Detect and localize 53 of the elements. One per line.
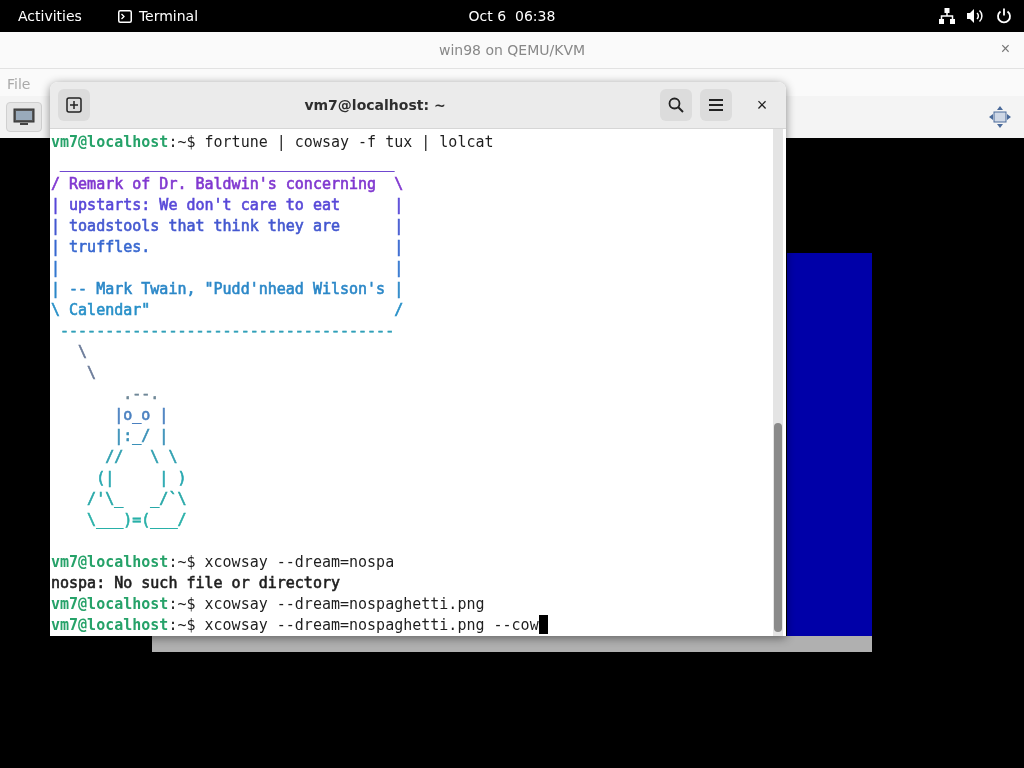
command-text: xcowsay --dream=nospaghetti.png bbox=[204, 595, 485, 613]
output-text: ------------------------------------- bbox=[59, 322, 395, 340]
prompt-path: :~$ bbox=[168, 553, 197, 571]
output-text: .--. bbox=[122, 385, 160, 403]
power-icon[interactable] bbox=[996, 8, 1012, 24]
output-text: nospa: No such file or directory bbox=[51, 574, 340, 592]
network-icon[interactable] bbox=[939, 8, 955, 24]
menu-icon bbox=[708, 98, 724, 112]
output-text: | -- Mark Twain, "Pudd'nhead Wilson's | bbox=[51, 280, 404, 298]
prompt-path: :~$ bbox=[168, 616, 197, 634]
scrollbar-thumb[interactable] bbox=[774, 423, 782, 632]
prompt-user: vm7@localhost bbox=[51, 616, 169, 634]
console-view-button[interactable] bbox=[6, 102, 42, 132]
new-tab-button[interactable] bbox=[58, 89, 90, 121]
prompt-user: vm7@localhost bbox=[51, 553, 169, 571]
activities-button[interactable]: Activities bbox=[18, 8, 82, 24]
command-text: fortune | cowsay -f tux | lolcat bbox=[204, 133, 494, 151]
output-text: | toadstools that think they are | bbox=[51, 217, 404, 235]
prompt-path: :~$ bbox=[168, 595, 197, 613]
output-text: _____________________________________ bbox=[59, 154, 395, 172]
prompt-user: vm7@localhost bbox=[51, 595, 169, 613]
command-text: xcowsay --dream=nospa bbox=[204, 553, 395, 571]
output-text: (| | ) bbox=[95, 469, 187, 487]
search-icon bbox=[668, 97, 684, 113]
plus-icon bbox=[66, 97, 82, 113]
output-text: /'\_ _/`\ bbox=[86, 490, 187, 508]
scrollbar[interactable] bbox=[773, 129, 783, 636]
output-text: |o_o | bbox=[113, 406, 169, 424]
output-text: \___)=(___/ bbox=[86, 511, 187, 529]
move-arrows-icon bbox=[989, 106, 1011, 128]
output-text: | upstarts: We don't care to eat | bbox=[51, 196, 404, 214]
clock[interactable]: Oct 6 06:38 bbox=[468, 8, 556, 24]
prompt-user: vm7@localhost bbox=[51, 133, 169, 151]
close-button[interactable]: × bbox=[996, 40, 1014, 58]
search-button[interactable] bbox=[660, 89, 692, 121]
output-text: \ bbox=[77, 343, 88, 361]
app-menu-label[interactable]: Terminal bbox=[138, 8, 199, 24]
output-text: |:_/ | bbox=[113, 427, 169, 445]
monitor-icon bbox=[13, 108, 35, 126]
terminal-title: vm7@localhost: ~ bbox=[304, 97, 446, 113]
close-button[interactable]: × bbox=[746, 89, 778, 121]
output-text: \ bbox=[86, 364, 97, 382]
volume-icon[interactable] bbox=[967, 8, 984, 24]
output-text: \ Calendar" / bbox=[51, 301, 404, 319]
output-text: | truffles. | bbox=[51, 238, 404, 256]
output-text: // \ \ bbox=[104, 448, 178, 466]
menu-button[interactable] bbox=[700, 89, 732, 121]
terminal-icon bbox=[117, 9, 132, 23]
output-text: / Remark of Dr. Baldwin's concerning \ bbox=[51, 175, 404, 193]
output-text: | | bbox=[51, 259, 404, 277]
prompt-path: :~$ bbox=[168, 133, 197, 151]
command-text: xcowsay --dream=nospaghetti.png --cow bbox=[204, 616, 539, 634]
window-title: win98 on QEMU/KVM bbox=[438, 42, 586, 58]
